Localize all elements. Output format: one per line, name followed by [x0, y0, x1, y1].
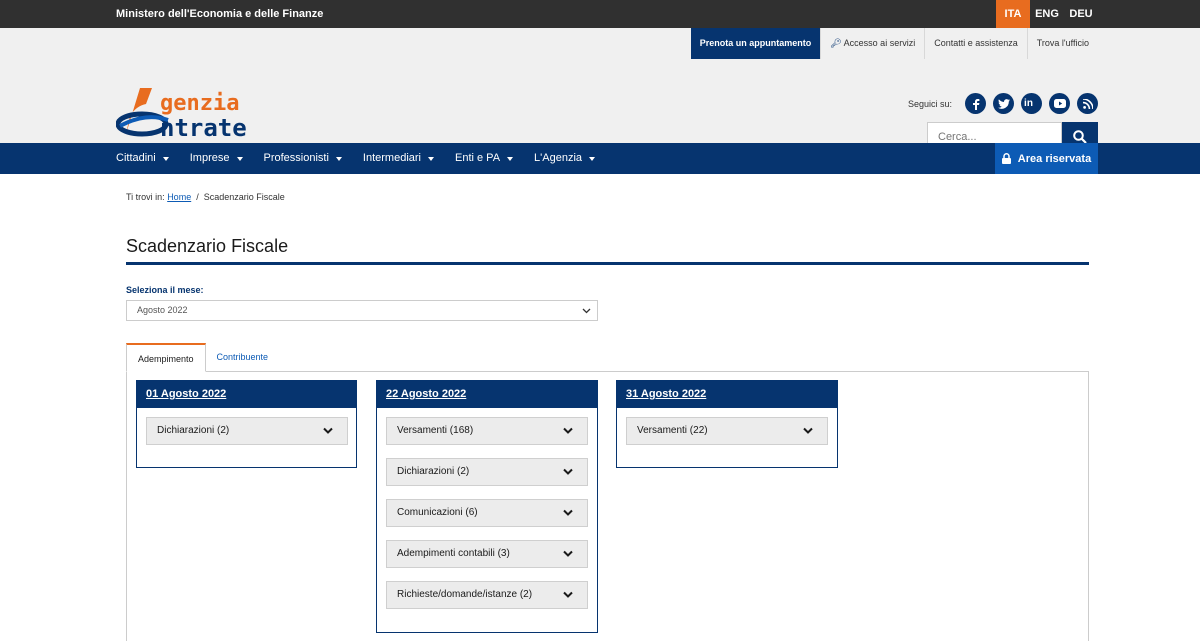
top-bar: Ministero dell'Economia e delle Finanze … [0, 0, 1200, 28]
language-switcher: ITA ENG DEU [996, 0, 1098, 28]
twitter-icon[interactable] [993, 93, 1014, 114]
breadcrumb-prefix: Ti trovi in: [126, 192, 165, 202]
card-date-link[interactable]: 01 Agosto 2022 [137, 381, 356, 408]
breadcrumb-home[interactable]: Home [167, 192, 191, 202]
social-bar: Seguici su: in [908, 93, 1098, 114]
header: Prenota un appuntamento 🔑︎ Accesso ai se… [0, 28, 1200, 152]
chevron-down-icon [563, 550, 573, 557]
card-date-link[interactable]: 31 Agosto 2022 [617, 381, 837, 408]
logo-graphic: genzia ntrate [115, 88, 247, 142]
breadcrumb: Ti trovi in: Home / Scadenzario Fiscale [126, 192, 285, 202]
tab-contribuente[interactable]: Contribuente [206, 343, 280, 372]
accesso-link[interactable]: 🔑︎ Accesso ai servizi [820, 28, 924, 59]
nav-item-agenzia[interactable]: L'Agenzia [534, 143, 596, 174]
contatti-link[interactable]: Contatti e assistenza [924, 28, 1027, 59]
chevron-down-icon [563, 591, 573, 598]
accordion-label: Adempimenti contabili (3) [397, 548, 510, 559]
breadcrumb-current: Scadenzario Fiscale [203, 192, 285, 202]
accordion-label: Richieste/domande/istanze (2) [397, 589, 533, 600]
month-select[interactable]: Agosto 2022 [126, 300, 598, 321]
accordion-label: Dichiarazioni (2) [397, 466, 470, 477]
search-icon [1073, 130, 1087, 144]
chevron-down-icon [507, 156, 514, 161]
accordion-label: Dichiarazioni (2) [157, 425, 230, 436]
accordion-item[interactable]: Dichiarazioni (2) [146, 417, 348, 445]
accordion-item[interactable]: Adempimenti contabili (3) [386, 540, 588, 568]
agenzia-entrate-logo[interactable]: genzia ntrate [115, 86, 281, 142]
title-underline [126, 262, 1089, 265]
rss-icon[interactable] [1077, 93, 1098, 114]
lang-deu[interactable]: DEU [1064, 0, 1098, 28]
chevron-down-icon [563, 509, 573, 516]
chevron-down-icon [582, 308, 591, 314]
date-card: 31 Agosto 2022 Versamenti (22) [616, 380, 838, 468]
chevron-down-icon [589, 156, 596, 161]
trova-link[interactable]: Trova l'ufficio [1026, 28, 1098, 59]
month-select-label: Seleziona il mese: [126, 285, 204, 295]
nav-item-intermediari[interactable]: Intermediari [363, 143, 434, 174]
lang-ita[interactable]: ITA [996, 0, 1030, 28]
nav-item-enti-pa[interactable]: Enti e PA [455, 143, 514, 174]
accesso-label: Accesso ai servizi [843, 38, 916, 48]
month-select-value: Agosto 2022 [137, 305, 188, 315]
chevron-down-icon [236, 156, 243, 161]
accordion-label: Versamenti (168) [397, 425, 474, 436]
header-links: Prenota un appuntamento 🔑︎ Accesso ai se… [690, 28, 1098, 59]
chevron-down-icon [335, 156, 342, 161]
key-icon: 🔑︎ [830, 38, 842, 48]
nav-item-cittadini[interactable]: Cittadini [116, 143, 169, 174]
logo-word-agenzia: genzia [160, 91, 239, 116]
chevron-down-icon [323, 427, 333, 434]
date-card: 01 Agosto 2022 Dichiarazioni (2) [136, 380, 357, 468]
accordion-item[interactable]: Versamenti (22) [626, 417, 828, 445]
chevron-down-icon [563, 427, 573, 434]
accordion-item[interactable]: Versamenti (168) [386, 417, 588, 445]
breadcrumb-separator: / [196, 192, 199, 202]
date-card: 22 Agosto 2022 Versamenti (168) Dichiara… [376, 380, 598, 633]
nav-item-imprese[interactable]: Imprese [190, 143, 243, 174]
logo-word-entrate: ntrate [160, 114, 247, 140]
facebook-icon[interactable] [965, 93, 986, 114]
lock-icon [1001, 153, 1011, 164]
accordion-item[interactable]: Richieste/domande/istanze (2) [386, 581, 588, 609]
follow-label: Seguici su: [907, 98, 952, 109]
accordion-label: Versamenti (22) [637, 425, 708, 436]
prenota-button[interactable]: Prenota un appuntamento [690, 28, 821, 59]
tab-adempimento[interactable]: Adempimento [126, 343, 206, 372]
youtube-icon[interactable] [1049, 93, 1070, 114]
chevron-down-icon [428, 156, 434, 161]
chevron-down-icon [563, 468, 573, 475]
chevron-down-icon [803, 427, 813, 434]
accordion-item[interactable]: Dichiarazioni (2) [386, 458, 588, 486]
lang-eng[interactable]: ENG [1030, 0, 1064, 28]
nav-item-professionisti[interactable]: Professionisti [264, 143, 342, 174]
page-title: Scadenzario Fiscale [126, 236, 289, 256]
tabs: Adempimento Contribuente [126, 343, 279, 372]
area-riservata-label: Area riservata [1017, 152, 1092, 165]
accordion-label: Comunicazioni (6) [397, 507, 478, 518]
main-nav: Cittadini Imprese Professionisti Interme… [0, 143, 1200, 174]
chevron-down-icon [162, 156, 169, 161]
card-date-link[interactable]: 22 Agosto 2022 [377, 381, 597, 408]
area-riservata-button[interactable]: Area riservata [995, 143, 1098, 174]
linkedin-icon[interactable]: in [1021, 93, 1042, 114]
ministry-label: Ministero dell'Economia e delle Finanze [116, 8, 324, 20]
accordion-item[interactable]: Comunicazioni (6) [386, 499, 588, 527]
